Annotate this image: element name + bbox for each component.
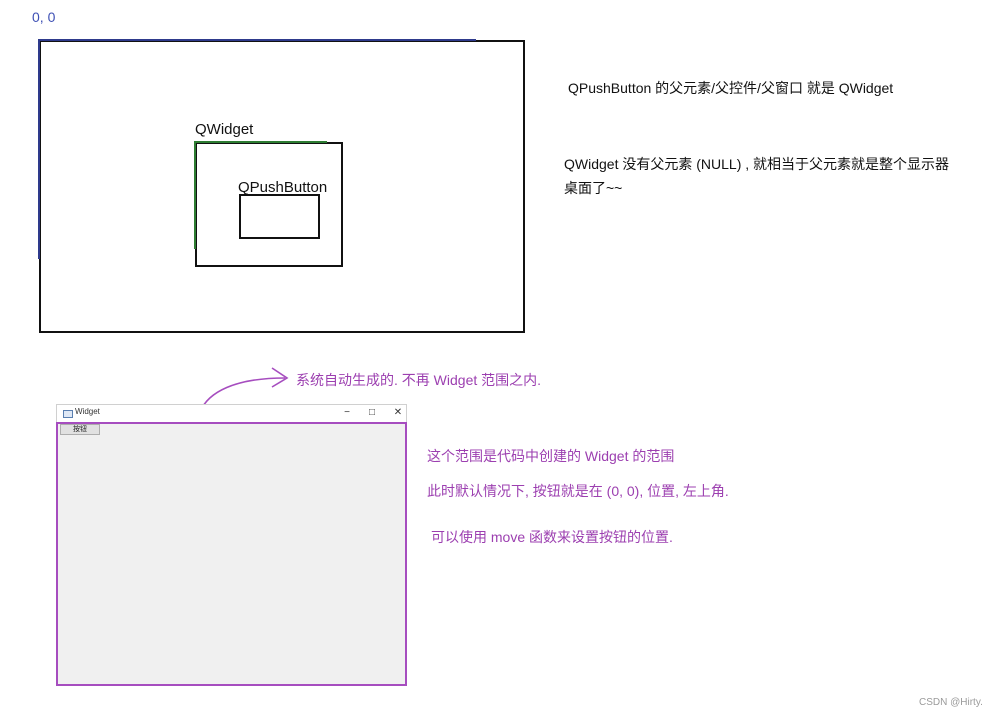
note-move-function: 可以使用 move 函数来设置按钮的位置. [431,529,673,545]
minimize-icon[interactable]: − [340,406,354,420]
close-icon[interactable]: ✕ [391,406,405,420]
note-null-parent-line2: 桌面了~~ [564,180,623,196]
screen-axis-top [38,39,476,41]
maximize-icon[interactable]: □ [365,406,379,420]
note-widget-range: 这个范围是代码中创建的 Widget 的范围 [427,448,675,464]
window-titlebar[interactable]: Widget − □ ✕ [56,404,407,422]
qpushbutton-box [239,194,320,239]
qwidget-label: QWidget [195,121,254,138]
screen-axis-left [38,39,40,259]
note-default-position: 此时默认情况下, 按钮就是在 (0, 0), 位置, 左上角. [427,483,729,499]
window-icon [63,410,73,418]
push-button[interactable]: 按钮 [60,424,100,435]
watermark: CSDN @Hirty. [919,697,983,708]
qwidget-axis-top [195,141,327,143]
origin-label: 0, 0 [32,9,56,25]
widget-client-area: 按钮 [56,422,407,686]
note-system-generated: 系统自动生成的. 不再 Widget 范围之内. [296,372,542,388]
note-null-parent-line1: QWidget 没有父元素 (NULL) , 就相当于父元素就是整个显示器 [564,156,950,172]
widget-window: Widget − □ ✕ 按钮 [56,404,407,686]
qwidget-axis-left [194,141,196,249]
window-title: Widget [75,407,100,416]
note-parent: QPushButton 的父元素/父控件/父窗口 就是 QWidget [568,80,894,96]
